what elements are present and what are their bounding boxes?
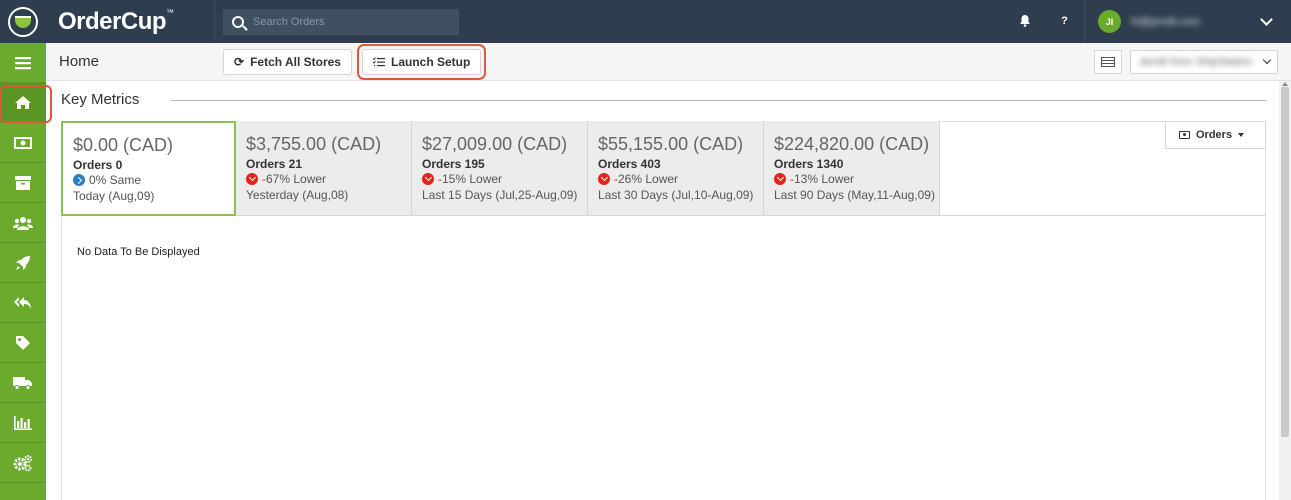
bar-chart-icon <box>14 415 32 430</box>
scroll-thumb[interactable] <box>1281 87 1289 437</box>
key-metrics-title: Key Metrics <box>61 91 140 108</box>
sidebar-item-reports[interactable] <box>0 403 46 443</box>
gears-icon <box>13 454 32 471</box>
sidebar-item-menu[interactable] <box>0 43 46 83</box>
sidebar-item-launch[interactable] <box>0 243 46 283</box>
truck-icon <box>13 376 32 390</box>
empty-message: No Data To Be Displayed <box>77 246 200 258</box>
metric-change-label: -13% Lower <box>790 172 855 186</box>
scrollbar[interactable] <box>1279 81 1291 500</box>
sidebar-item-users[interactable] <box>0 203 46 243</box>
tag-icon <box>16 335 30 350</box>
metric-period: Last 30 Days (Jul,10-Aug,09) <box>598 188 754 202</box>
chevron-down-circle-icon <box>246 173 258 185</box>
sidebar-item-home[interactable] <box>0 83 52 123</box>
brand-name: OrderCup™ <box>58 7 174 35</box>
metric-period: Today (Aug,09) <box>73 189 155 203</box>
refresh-icon: ⟳ <box>234 54 245 69</box>
user-menu[interactable]: JI hi@jendii.com <box>1085 0 1291 43</box>
metric-change: 0% Same <box>73 173 234 187</box>
metric-period: Last 15 Days (Jul,25-Aug,09) <box>422 188 578 202</box>
chevron-down-circle-icon <box>598 173 610 185</box>
sidebar-item-shipping[interactable] <box>0 363 46 403</box>
metric-change: -15% Lower <box>422 172 587 186</box>
divider <box>170 100 1266 101</box>
search-icon <box>232 15 244 28</box>
fetch-all-stores-button[interactable]: ⟳ Fetch All Stores <box>223 48 352 75</box>
archive-icon <box>15 175 31 190</box>
rocket-icon <box>16 255 30 270</box>
hamburger-icon <box>15 56 31 69</box>
metric-card[interactable]: $224,820.00 (CAD) Orders 1340 -13% Lower La… <box>764 121 940 216</box>
user-name: hi@jendii.com <box>1131 15 1201 28</box>
page-title: Home <box>59 53 100 70</box>
list-icon <box>1101 56 1115 67</box>
help-button[interactable]: ? <box>1045 0 1085 43</box>
scroll-up-icon[interactable] <box>1282 82 1288 86</box>
chevron-down-icon <box>1260 12 1273 26</box>
search-box[interactable] <box>223 8 459 35</box>
metric-change-label: -67% Lower <box>262 172 327 186</box>
reply-all-icon <box>14 296 31 309</box>
sidebar-item-tags[interactable] <box>0 323 46 363</box>
sidebar-item-settings[interactable] <box>0 443 46 483</box>
sub-header: Home ⟳ Fetch All Stores Launch Setup Jen… <box>46 43 1291 81</box>
chevron-down-circle-icon <box>422 173 434 185</box>
bell-icon <box>1020 14 1030 27</box>
avatar: JI <box>1098 10 1121 33</box>
chevron-down-icon <box>1262 55 1272 65</box>
search-input[interactable] <box>253 15 443 28</box>
metric-change-label: 0% Same <box>89 173 142 187</box>
store-select[interactable]: Jendii from ShipStation <box>1130 49 1278 74</box>
orders-dropdown[interactable]: Orders <box>1165 121 1266 149</box>
metric-change: -26% Lower <box>598 172 763 186</box>
metric-amount: $55,155.00 (CAD) <box>598 134 744 154</box>
ordercup-logo-icon <box>8 6 38 37</box>
launch-setup-button[interactable]: Launch Setup <box>361 48 482 75</box>
notifications-button[interactable] <box>1005 14 1045 30</box>
chevron-down-circle-icon <box>774 173 786 185</box>
users-icon <box>13 216 33 230</box>
metric-card[interactable]: $3,755.00 (CAD) Orders 21 -67% Lower Yester… <box>236 121 412 216</box>
chevron-right-circle-icon <box>73 174 85 186</box>
metrics-row: $0.00 (CAD) Orders 0 0% Same Today (Aug,09)… <box>61 121 940 216</box>
launch-setup-highlight: Launch Setup <box>356 43 487 80</box>
brand[interactable]: OrderCup™ <box>0 0 215 43</box>
list-view-button[interactable] <box>1094 49 1122 74</box>
metric-card[interactable]: $0.00 (CAD) Orders 0 0% Same Today (Aug,09) <box>61 121 236 216</box>
metric-change-label: -26% Lower <box>614 172 679 186</box>
metric-change: -67% Lower <box>246 172 411 186</box>
metric-card[interactable]: $55,155.00 (CAD) Orders 403 -26% Lower Last… <box>588 121 764 216</box>
metric-period: Yesterday (Aug,08) <box>246 188 349 202</box>
metric-amount: $27,009.00 (CAD) <box>422 134 568 154</box>
money-icon <box>14 136 32 149</box>
metric-amount: $0.00 (CAD) <box>73 135 174 155</box>
metric-orders: Orders 21 <box>246 157 303 171</box>
home-icon <box>15 96 31 109</box>
sidebar-item-money[interactable] <box>0 123 46 163</box>
metric-orders: Orders 195 <box>422 157 485 171</box>
metric-orders: Orders 0 <box>73 158 123 172</box>
sidebar-item-returns[interactable] <box>0 283 46 323</box>
metric-change: -13% Lower <box>774 172 939 186</box>
metric-orders: Orders 1340 <box>774 157 844 171</box>
metric-card[interactable]: $27,009.00 (CAD) Orders 195 -15% Lower Last… <box>412 121 588 216</box>
caret-down-icon <box>1238 133 1245 137</box>
sidebar-item-archive[interactable] <box>0 163 46 203</box>
metric-period: Last 90 Days (May,11-Aug,09) <box>774 188 935 202</box>
checklist-icon <box>372 56 385 66</box>
metric-amount: $224,820.00 (CAD) <box>774 134 930 154</box>
metric-orders: Orders 403 <box>598 157 661 171</box>
top-bar: OrderCup™ ? JI hi@jendii.com <box>0 0 1291 43</box>
metric-change-label: -15% Lower <box>438 172 503 186</box>
metric-amount: $3,755.00 (CAD) <box>246 134 382 154</box>
money-icon <box>1179 131 1190 139</box>
sidebar <box>0 43 52 500</box>
